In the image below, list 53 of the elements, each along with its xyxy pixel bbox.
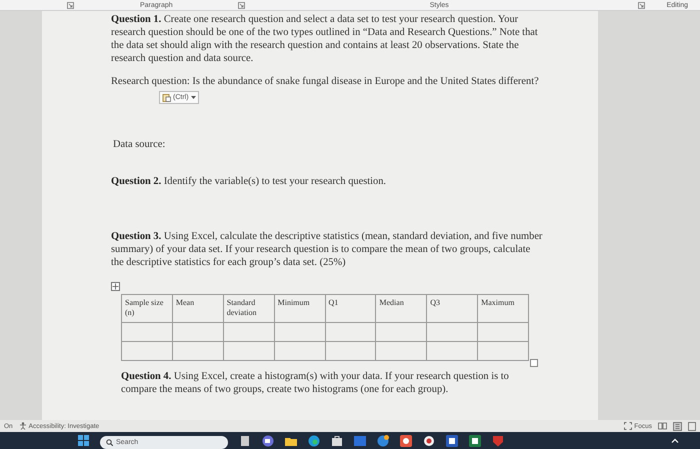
question-text: Question 2. Identify the variable(s) to test your research question.	[111, 175, 387, 188]
caret-icon	[190, 96, 196, 100]
column-header: Mean	[172, 294, 224, 322]
column-header: Q3	[426, 294, 478, 322]
question-text: Question 3. Using Excel, calculate the descriptive statistics (mean, standard deviation, and five number summary) of your data set. If your research question is to compare the mean of two groups, calculate the descriptive statistics for each group’s data set. (25%)	[111, 230, 543, 269]
table-cell[interactable]	[478, 342, 528, 360]
focus-icon	[624, 422, 632, 430]
dialog-launcher-icon[interactable]	[638, 2, 645, 8]
table-cell[interactable]	[122, 342, 172, 360]
question-text: Question 4. Using Excel, create a histogram(s) with your data. If your research question is to compare the means of two groups, create two histograms (one for each group).	[121, 370, 510, 396]
person-icon	[18, 422, 27, 430]
column-header: Standard deviation	[223, 294, 274, 322]
print-layout-icon[interactable]	[673, 422, 682, 430]
spreadsheet-tile-icon[interactable]	[469, 434, 481, 446]
table-cell[interactable]	[325, 342, 376, 360]
data-source-label: Data source:	[113, 138, 166, 151]
shield-icon[interactable]	[492, 434, 504, 446]
table-cell[interactable]	[426, 342, 478, 360]
document-tile-icon[interactable]	[446, 434, 458, 446]
web-layout-icon[interactable]	[688, 422, 696, 430]
dialog-launcher-icon[interactable]	[67, 2, 74, 8]
research-question-text: Research question: Is the abundance of snake fungal disease in Europe and the United States different?	[111, 75, 540, 88]
table-cell[interactable]	[223, 322, 274, 342]
chevron-up-icon[interactable]	[671, 438, 679, 443]
app-tile-icon[interactable]	[400, 434, 412, 446]
search-icon	[106, 439, 113, 446]
app-tile-icon[interactable]	[354, 434, 366, 446]
table-cell[interactable]	[478, 322, 528, 342]
column-header: Minimum	[274, 294, 325, 322]
table-resize-handle-icon[interactable]	[530, 359, 538, 367]
table-cell[interactable]	[325, 322, 376, 342]
column-header: Sample size (n)	[122, 294, 172, 322]
table-cell[interactable]	[172, 342, 224, 360]
table-cell[interactable]	[122, 322, 172, 342]
column-header: Maximum	[478, 294, 528, 322]
table-cell[interactable]	[376, 322, 427, 342]
table-cell[interactable]	[223, 342, 274, 360]
table-move-handle-icon[interactable]	[111, 282, 120, 291]
column-header: Median	[376, 294, 427, 322]
table-cell[interactable]	[376, 342, 427, 360]
app-tile-icon[interactable]	[423, 434, 435, 446]
table-cell[interactable]	[426, 322, 478, 342]
table-cell[interactable]	[274, 342, 325, 360]
question-text: Question 1. Create one research question and select a data set to test your research question. Your research question should be one of the two types outlined in “Data and Research Questions.” Note that the data set should align with the research question and contains at least 20 observations. State the research question and data source.	[111, 13, 539, 65]
read-mode-icon[interactable]	[658, 422, 667, 430]
shopping-bag-icon[interactable]	[331, 434, 343, 446]
table-cell[interactable]	[274, 322, 325, 342]
table-cell[interactable]	[172, 322, 224, 342]
clipboard-icon	[162, 93, 171, 102]
file-icon[interactable]	[239, 434, 251, 446]
column-header: Q1	[325, 294, 376, 322]
dialog-launcher-icon[interactable]	[238, 2, 245, 8]
start-icon[interactable]	[78, 435, 89, 446]
